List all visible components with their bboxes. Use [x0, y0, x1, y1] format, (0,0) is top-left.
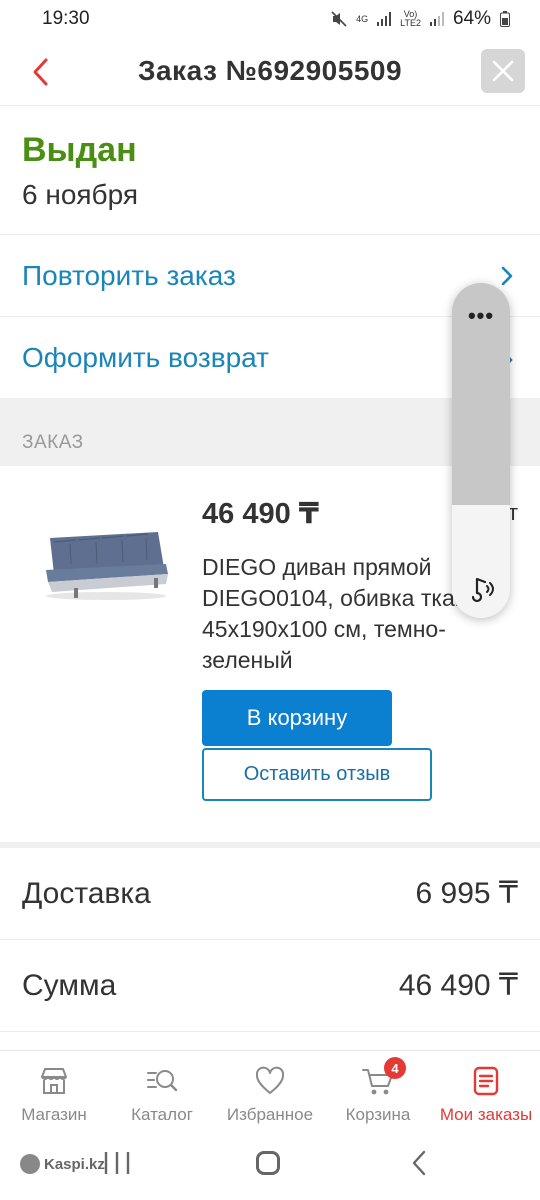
bottom-navigation: Магазин Каталог Избранное 4 Корзина Мои …: [0, 1050, 540, 1132]
orders-icon: [468, 1063, 504, 1099]
total-label: Сумма: [22, 968, 117, 1002]
close-icon: [492, 60, 514, 82]
nav-cart[interactable]: 4 Корзина: [324, 1051, 432, 1132]
product-image[interactable]: [40, 524, 172, 604]
page-title: Заказ №692905509: [137, 55, 403, 86]
more-options-icon[interactable]: •••: [452, 303, 510, 329]
recents-icon[interactable]: [103, 1150, 131, 1176]
catalog-search-icon: [144, 1063, 180, 1099]
nav-cart-label: Корзина: [345, 1105, 411, 1124]
cart-count-badge: 4: [384, 1057, 406, 1079]
signal-2-icon: [429, 12, 444, 26]
status-time: 19:30: [42, 8, 90, 29]
close-button[interactable]: [481, 49, 525, 93]
order-status-title: Выдан: [22, 131, 137, 169]
kaspi-logo-icon: [20, 1154, 40, 1174]
nav-store-label: Магазин: [21, 1105, 87, 1124]
nav-catalog-label: Каталог: [131, 1105, 193, 1124]
status-icons: 4G Vo) LTE2 64%: [331, 8, 510, 30]
system-navigation-bar: Kaspi.kz: [0, 1132, 540, 1200]
delivery-label: Доставка: [22, 876, 151, 910]
status-bar: 19:30 4G Vo) LTE2 64%: [0, 0, 540, 38]
total-row: Сумма 46 490 ₸: [0, 940, 540, 1032]
floating-volume-widget[interactable]: •••: [452, 283, 510, 618]
home-icon[interactable]: [256, 1151, 280, 1175]
nav-catalog[interactable]: Каталог: [108, 1051, 216, 1132]
app-tag-label: Kaspi.kz: [44, 1155, 105, 1173]
repeat-order-label: Повторить заказ: [22, 259, 236, 291]
music-sound-icon[interactable]: [465, 573, 497, 605]
order-status-block: Выдан 6 ноября: [0, 107, 540, 235]
network-lte2-label: Vo) LTE2: [400, 9, 421, 28]
nav-my-orders-label: Мои заказы: [439, 1105, 533, 1124]
page-header: Заказ №692905509: [0, 38, 540, 106]
delivery-row: Доставка 6 995 ₸: [0, 848, 540, 940]
store-icon: [36, 1063, 72, 1099]
network-4g-label: 4G: [356, 13, 369, 24]
return-order-label: Оформить возврат: [22, 341, 269, 373]
order-status-date: 6 ноября: [22, 179, 139, 210]
battery-percent: 64%: [452, 8, 491, 29]
total-value: 46 490 ₸: [398, 969, 518, 1002]
signal-1-icon: [377, 12, 392, 26]
nav-favorites[interactable]: Избранное: [216, 1051, 324, 1132]
nav-my-orders[interactable]: Мои заказы: [432, 1051, 540, 1132]
battery-icon: [500, 11, 510, 27]
nav-store[interactable]: Магазин: [0, 1051, 108, 1132]
leave-review-button[interactable]: Оставить отзыв: [202, 748, 432, 801]
delivery-value: 6 995 ₸: [415, 877, 519, 910]
system-back-icon[interactable]: [408, 1148, 430, 1178]
app-tag: Kaspi.kz: [20, 1154, 105, 1174]
mute-icon: [331, 11, 347, 27]
heart-icon: [252, 1063, 288, 1099]
product-price: 46 490 ₸: [202, 498, 319, 530]
add-to-cart-button[interactable]: В корзину: [202, 690, 392, 746]
nav-favorites-label: Избранное: [226, 1105, 314, 1124]
